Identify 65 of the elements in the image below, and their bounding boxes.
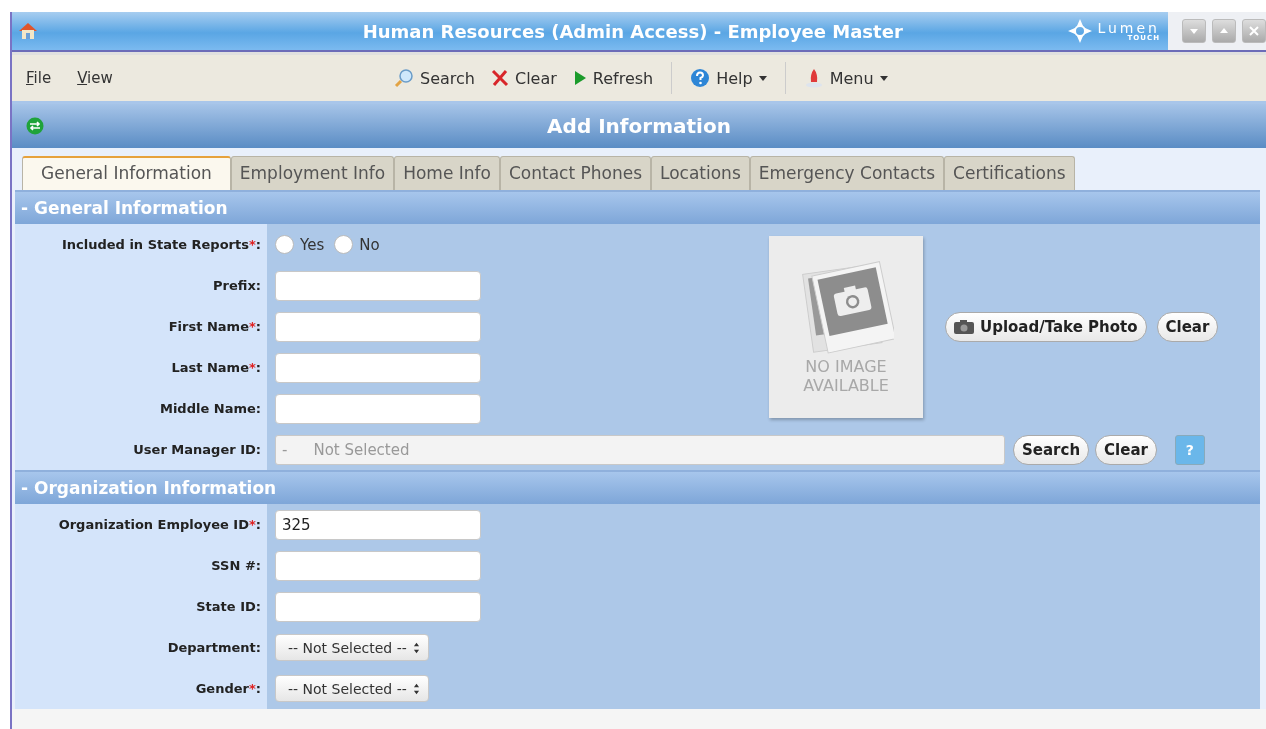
- play-icon: [572, 69, 587, 87]
- radio-label: Yes: [300, 235, 325, 254]
- close-icon: [1249, 26, 1259, 36]
- search-tool-button[interactable]: Search: [390, 68, 479, 88]
- clear-button[interactable]: Clear: [1095, 434, 1157, 465]
- radio-button[interactable]: [275, 235, 294, 254]
- tab[interactable]: Emergency Contacts: [749, 156, 945, 190]
- down-arrow-icon: [1189, 26, 1199, 36]
- panel-title: Add Information: [546, 114, 732, 138]
- x-icon: [490, 69, 509, 87]
- updown-arrows-icon: [412, 682, 420, 695]
- up-arrow-icon: [1219, 26, 1229, 36]
- menu-tool-button[interactable]: Menu: [799, 68, 892, 88]
- text-field[interactable]: [275, 393, 481, 424]
- tab[interactable]: Certifications: [944, 156, 1075, 190]
- text-field[interactable]: [275, 270, 481, 301]
- help-tool-button[interactable]: Help: [686, 68, 771, 88]
- field-label: Prefix:: [213, 276, 261, 295]
- section-title: - General Information: [21, 198, 228, 218]
- house-icon: [18, 22, 38, 40]
- tab[interactable]: Employment Info: [230, 156, 395, 190]
- tab[interactable]: General Information: [22, 156, 231, 190]
- window-title: Human Resources (Admin Access) - Employee Master: [361, 20, 904, 42]
- search-button[interactable]: Search: [1013, 434, 1090, 465]
- no-image-caption: NO IMAGE AVAILABLE: [802, 356, 890, 395]
- field-label: Organization Employee ID*:: [58, 515, 261, 534]
- field-label: Gender*:: [195, 679, 261, 698]
- text-field[interactable]: [275, 352, 481, 383]
- compass-logo-icon: [1067, 18, 1094, 44]
- field-label: Department:: [167, 638, 261, 657]
- field-label: User Manager ID:: [133, 440, 261, 459]
- clear-photo-button[interactable]: Clear: [1156, 311, 1219, 342]
- magnifier-icon: [394, 68, 414, 88]
- menu-item[interactable]: View: [77, 69, 113, 87]
- close-button[interactable]: [1242, 19, 1266, 43]
- help-icon: [690, 68, 711, 88]
- camera-icon: [954, 319, 974, 334]
- maximize-button[interactable]: [1212, 19, 1236, 43]
- text-field[interactable]: 325: [275, 509, 481, 540]
- dropdown[interactable]: -- Not Selected --: [275, 675, 429, 702]
- tab[interactable]: Contact Phones: [499, 156, 651, 190]
- tab[interactable]: Locations: [651, 156, 750, 190]
- clear-tool-button[interactable]: Clear: [486, 68, 561, 88]
- text-field[interactable]: [275, 311, 481, 342]
- swap-icon[interactable]: [26, 117, 44, 135]
- field-label: State ID:: [196, 597, 261, 616]
- section-title: - Organization Information: [21, 478, 277, 498]
- field-label: Last Name*:: [171, 358, 261, 377]
- field-label: SSN #:: [211, 556, 261, 575]
- text-field[interactable]: [275, 591, 481, 622]
- rocket-icon: [803, 68, 824, 88]
- radio-label: No: [359, 235, 380, 254]
- menu-item[interactable]: File: [26, 69, 52, 87]
- dropdown[interactable]: -- Not Selected --: [275, 634, 429, 661]
- refresh-tool-button[interactable]: Refresh: [568, 68, 658, 88]
- field-label: Middle Name:: [159, 399, 261, 418]
- upload-photo-button[interactable]: Upload/Take Photo: [945, 311, 1147, 342]
- field-label: First Name*:: [168, 317, 261, 336]
- text-field[interactable]: [275, 550, 481, 581]
- updown-arrows-icon: [412, 641, 420, 654]
- field-label: Included in State Reports*:: [61, 235, 261, 254]
- minimize-button[interactable]: [1182, 19, 1206, 43]
- brand-name: Lumen: [1097, 20, 1160, 35]
- tab[interactable]: Home Info: [394, 156, 500, 190]
- radio-button[interactable]: [334, 235, 354, 254]
